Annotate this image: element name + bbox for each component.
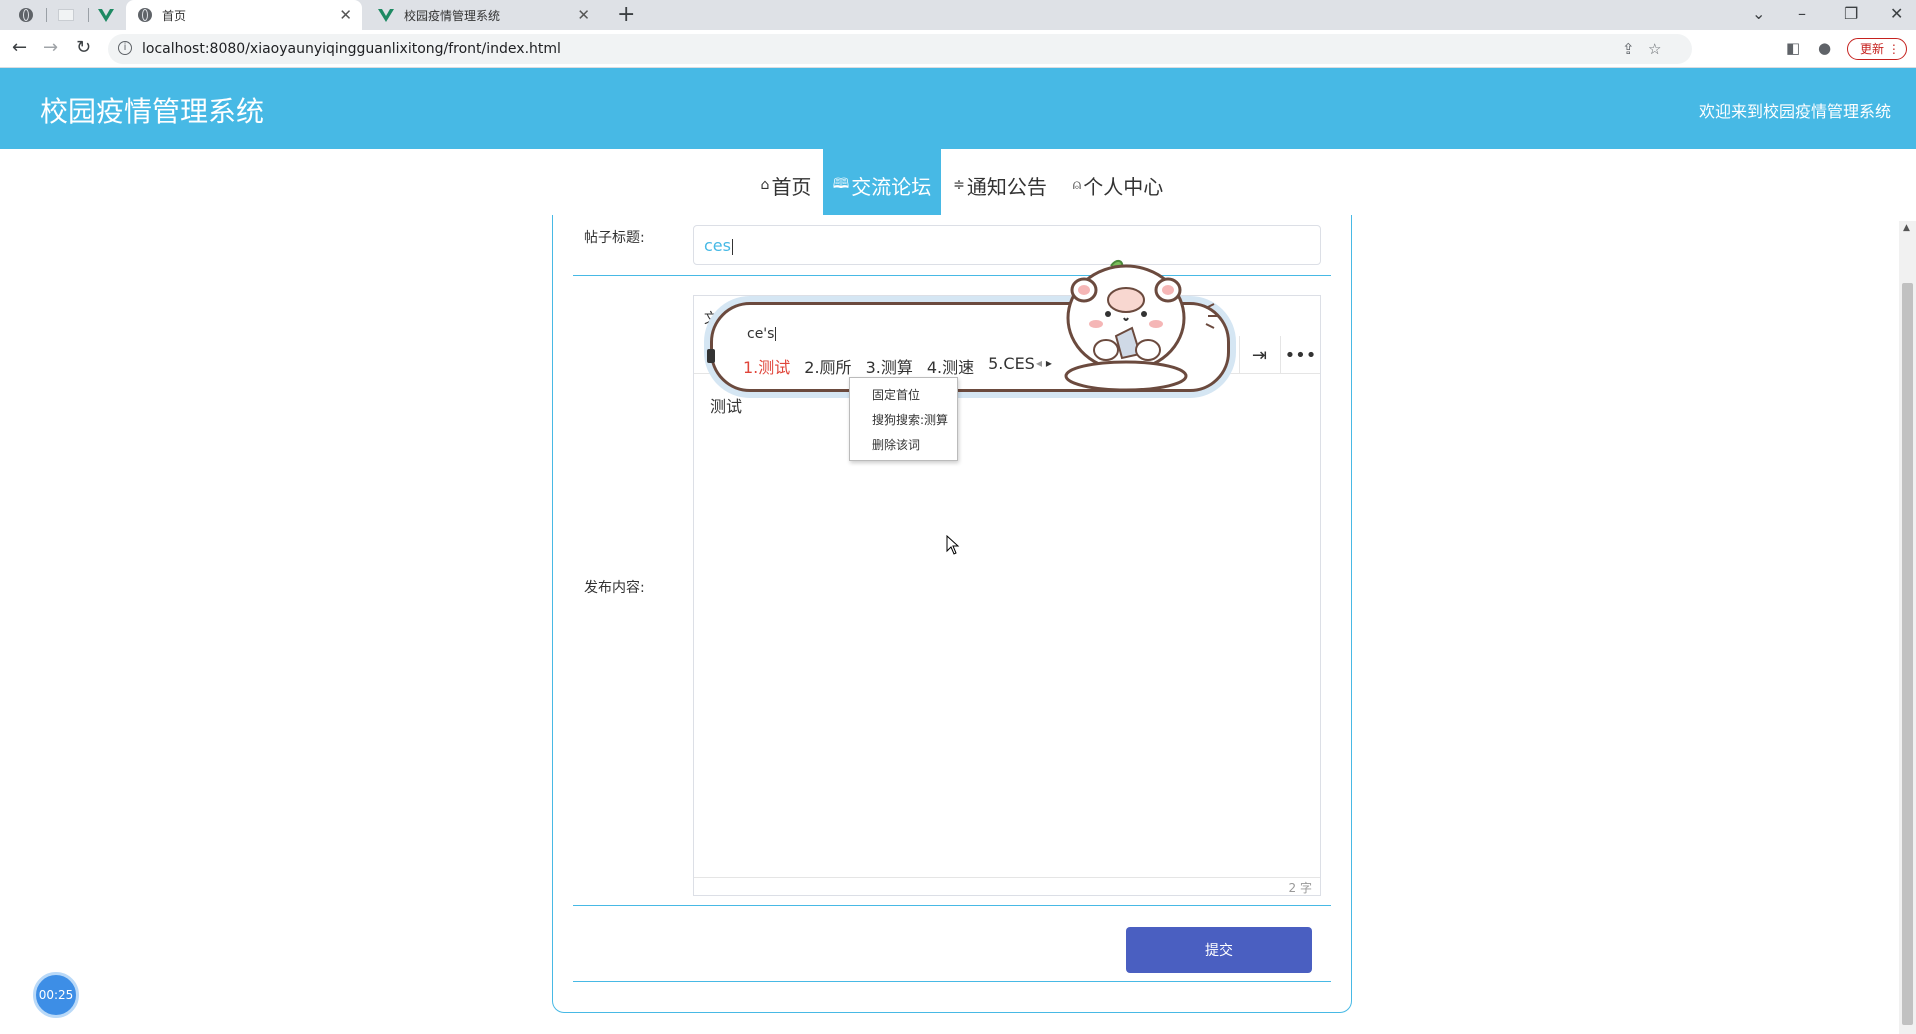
text-caret bbox=[775, 327, 777, 341]
pinned-tab-globe[interactable] bbox=[10, 0, 42, 30]
ime-mascot-bear-icon bbox=[1064, 260, 1218, 392]
title-label: 帖子标题: bbox=[584, 230, 645, 246]
post-title-value: ces bbox=[704, 236, 731, 255]
ime-candidate[interactable]: 5.CES bbox=[988, 354, 1035, 378]
user-icon: ⍝ bbox=[1072, 177, 1082, 193]
browser-tab-home[interactable]: 首页 ✕ bbox=[126, 0, 362, 30]
tab-separator bbox=[88, 8, 89, 22]
tab-title: 首页 bbox=[162, 8, 187, 23]
pinned-tab-blank[interactable] bbox=[50, 0, 82, 30]
site-header: 校园疫情管理系统 欢迎来到校园疫情管理系统 bbox=[0, 68, 1916, 149]
ime-menu-item-delete[interactable]: 删除该词 bbox=[872, 436, 920, 453]
vue-logo-icon bbox=[378, 8, 394, 22]
word-count: 2 字 bbox=[1288, 881, 1312, 895]
url-text[interactable]: localhost:8080/xiaoyaunyiqingguanlixiton… bbox=[142, 41, 561, 57]
browser-toolbar: ← → ↻ i localhost:8080/xiaoyaunyiqinggua… bbox=[0, 30, 1916, 68]
ime-candidate[interactable]: 2.厕所 bbox=[804, 354, 851, 378]
page-scrollbar[interactable]: ▲ bbox=[1899, 221, 1916, 1034]
ime-candidate-list: 1.测试 2.厕所 3.测算 4.测速 5.CES bbox=[743, 354, 1049, 378]
ime-menu-item-search[interactable]: 搜狗搜索:测算 bbox=[872, 411, 948, 428]
blank-page-icon bbox=[58, 9, 74, 21]
update-label: 更新 bbox=[1860, 42, 1885, 56]
text-caret bbox=[731, 238, 733, 255]
browser-tab-strip: 首页 ✕ 校园疫情管理系统 ✕ + ⌄ – ❐ ✕ bbox=[0, 0, 1916, 30]
notice-icon: ≑ bbox=[953, 177, 965, 193]
divider bbox=[573, 981, 1331, 982]
welcome-text: 欢迎来到校园疫情管理系统 bbox=[1698, 102, 1891, 121]
ime-candidate[interactable]: 1.测试 bbox=[743, 354, 790, 378]
editor-footer: 2 字 bbox=[694, 877, 1320, 895]
ime-candidate[interactable]: 3.测算 bbox=[866, 354, 913, 378]
browser-tab-system[interactable]: 校园疫情管理系统 ✕ bbox=[366, 0, 600, 30]
site-info-icon[interactable]: i bbox=[118, 41, 132, 55]
submit-button[interactable]: 提交 bbox=[1126, 927, 1312, 973]
nav-label: 交流论坛 bbox=[851, 174, 932, 199]
close-tab-icon[interactable]: ✕ bbox=[577, 6, 590, 24]
scroll-up-arrow-icon[interactable]: ▲ bbox=[1903, 223, 1910, 233]
ime-page-arrows-icon[interactable]: ◂ ▸ bbox=[1036, 356, 1052, 370]
bookmark-star-icon[interactable]: ☆ bbox=[1648, 40, 1661, 58]
update-button[interactable]: 更新 ⋮ bbox=[1847, 38, 1907, 60]
forum-icon: 🕮 bbox=[832, 176, 850, 192]
mouse-cursor-icon bbox=[946, 535, 960, 555]
divider bbox=[573, 905, 1331, 906]
restore-button[interactable]: ❐ bbox=[1844, 4, 1858, 23]
nav-item-forum[interactable]: 🕮 交流论坛 bbox=[823, 149, 941, 221]
close-window-button[interactable]: ✕ bbox=[1890, 4, 1903, 23]
address-bar[interactable]: i localhost:8080/xiaoyaunyiqingguanlixit… bbox=[108, 34, 1692, 64]
site-title: 校园疫情管理系统 bbox=[40, 95, 265, 128]
indent-icon[interactable]: ⇥ bbox=[1239, 336, 1279, 374]
pinned-tab-vue[interactable] bbox=[90, 0, 122, 30]
nav-label: 个人中心 bbox=[1083, 174, 1164, 199]
editor-content[interactable]: 测试 bbox=[710, 393, 742, 417]
profile-avatar-icon[interactable]: ● bbox=[1818, 39, 1831, 57]
nav-item-home[interactable]: ⌂ 首页 bbox=[748, 149, 824, 221]
nav-label: 首页 bbox=[771, 174, 812, 199]
tab-search-chevron-icon[interactable]: ⌄ bbox=[1752, 4, 1765, 23]
content-label: 发布内容: bbox=[584, 580, 645, 596]
ime-composition: ce's bbox=[747, 326, 777, 342]
globe-icon bbox=[138, 8, 152, 22]
vue-logo-icon bbox=[98, 8, 114, 22]
close-tab-icon[interactable]: ✕ bbox=[339, 6, 352, 24]
post-title-input[interactable]: ces bbox=[693, 225, 1321, 265]
reload-icon[interactable]: ↻ bbox=[76, 37, 91, 58]
recording-timer[interactable]: 00:25 bbox=[33, 972, 79, 1018]
nav-item-notice[interactable]: ≑ 通知公告 bbox=[945, 149, 1055, 221]
nav-label: 通知公告 bbox=[966, 174, 1047, 199]
globe-icon bbox=[19, 8, 33, 22]
ime-menu-item-pin[interactable]: 固定首位 bbox=[872, 386, 920, 403]
main-nav: ⌂ 首页 🕮 交流论坛 ≑ 通知公告 ⍝ 个人中心 bbox=[0, 149, 1916, 221]
ime-context-menu: 固定首位 搜狗搜索:测算 删除该词 bbox=[849, 377, 958, 461]
nav-item-profile[interactable]: ⍝ 个人中心 bbox=[1065, 149, 1171, 221]
ime-composition-text: ce's bbox=[747, 326, 775, 342]
tab-separator bbox=[46, 8, 47, 22]
minimize-button[interactable]: – bbox=[1798, 4, 1806, 23]
forward-arrow-icon[interactable]: → bbox=[43, 37, 58, 58]
share-icon[interactable]: ⇪ bbox=[1622, 40, 1635, 58]
side-panel-icon[interactable]: ◧ bbox=[1786, 39, 1800, 57]
more-icon[interactable]: ••• bbox=[1280, 336, 1320, 374]
tab-title: 校园疫情管理系统 bbox=[404, 8, 501, 23]
scrollbar-thumb[interactable] bbox=[1902, 283, 1913, 1025]
ime-left-handle[interactable] bbox=[707, 349, 715, 363]
home-icon: ⌂ bbox=[760, 177, 770, 193]
new-tab-button[interactable]: + bbox=[617, 2, 635, 27]
ime-candidate[interactable]: 4.测速 bbox=[927, 354, 974, 378]
back-arrow-icon[interactable]: ← bbox=[12, 37, 27, 58]
